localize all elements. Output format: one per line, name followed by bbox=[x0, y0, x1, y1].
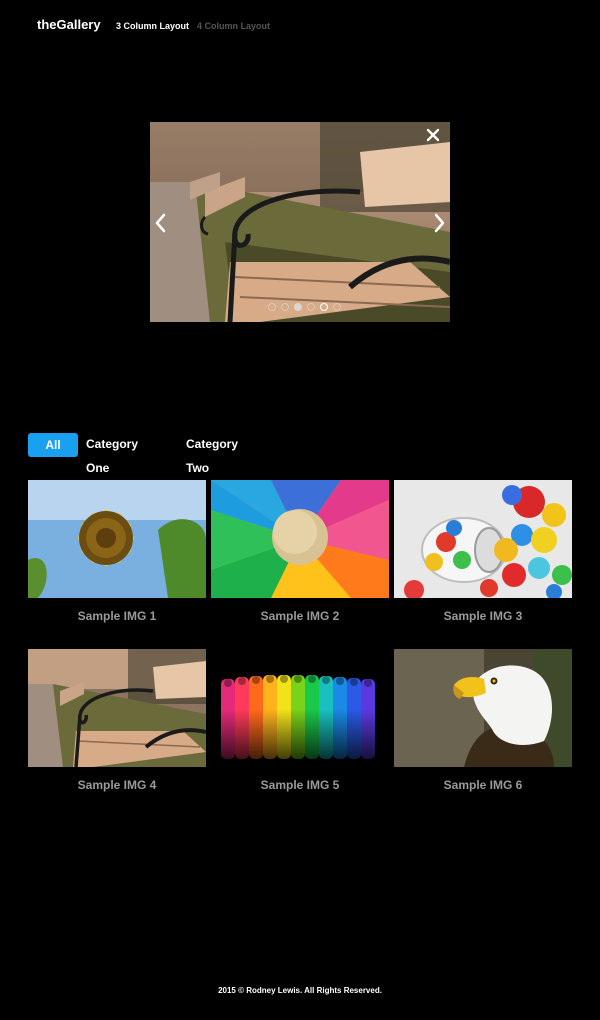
carousel-dot[interactable] bbox=[333, 303, 341, 311]
thumbnail-pinwheel[interactable] bbox=[211, 480, 389, 598]
footer-copyright: 2015 © Rodney Lewis. All Rights Reserved… bbox=[218, 986, 382, 995]
close-icon[interactable] bbox=[424, 126, 442, 144]
lightbox-image-park-bench bbox=[150, 122, 450, 322]
gallery-item: Sample IMG 2 bbox=[211, 480, 389, 623]
carousel-dot[interactable] bbox=[268, 303, 276, 311]
carousel-dot[interactable] bbox=[307, 303, 315, 311]
item-caption: Sample IMG 3 bbox=[443, 609, 523, 623]
next-arrow-icon[interactable] bbox=[431, 212, 447, 234]
gallery-item: Sample IMG 1 bbox=[28, 480, 206, 623]
carousel-dots bbox=[268, 303, 341, 311]
item-caption: Sample IMG 2 bbox=[260, 609, 340, 623]
thumbnail-colored-straws[interactable] bbox=[211, 649, 389, 767]
thumbnail-sunflower[interactable] bbox=[28, 480, 206, 598]
gallery-item: Sample IMG 5 bbox=[211, 649, 389, 792]
item-caption: Sample IMG 5 bbox=[260, 778, 340, 792]
tab-all[interactable]: All bbox=[28, 433, 78, 457]
item-caption: Sample IMG 6 bbox=[443, 778, 523, 792]
nav-3-column-layout[interactable]: 3 Column Layout bbox=[116, 21, 189, 31]
lightbox-viewer bbox=[150, 122, 450, 322]
carousel-dot[interactable] bbox=[320, 303, 328, 311]
carousel-dot[interactable] bbox=[281, 303, 289, 311]
item-caption: Sample IMG 4 bbox=[77, 778, 157, 792]
item-caption: Sample IMG 1 bbox=[77, 609, 157, 623]
tab-category-two[interactable]: Category Two bbox=[186, 432, 238, 475]
gallery-item: Sample IMG 6 bbox=[394, 649, 572, 792]
thumbnail-park-bench[interactable] bbox=[28, 649, 206, 767]
top-nav-bar: theGallery 3 Column Layout 4 Column Layo… bbox=[0, 0, 600, 52]
carousel-dot-active[interactable] bbox=[294, 303, 302, 311]
thumbnail-marbles[interactable] bbox=[394, 480, 572, 598]
gallery-item: Sample IMG 4 bbox=[28, 649, 206, 792]
thumbnail-bald-eagle[interactable] bbox=[394, 649, 572, 767]
previous-arrow-icon[interactable] bbox=[153, 212, 169, 234]
tab-category-one[interactable]: Category One bbox=[86, 432, 138, 475]
brand-logo[interactable]: theGallery bbox=[37, 17, 101, 32]
gallery-item: Sample IMG 3 bbox=[394, 480, 572, 623]
nav-4-column-layout[interactable]: 4 Column Layout bbox=[197, 21, 270, 31]
